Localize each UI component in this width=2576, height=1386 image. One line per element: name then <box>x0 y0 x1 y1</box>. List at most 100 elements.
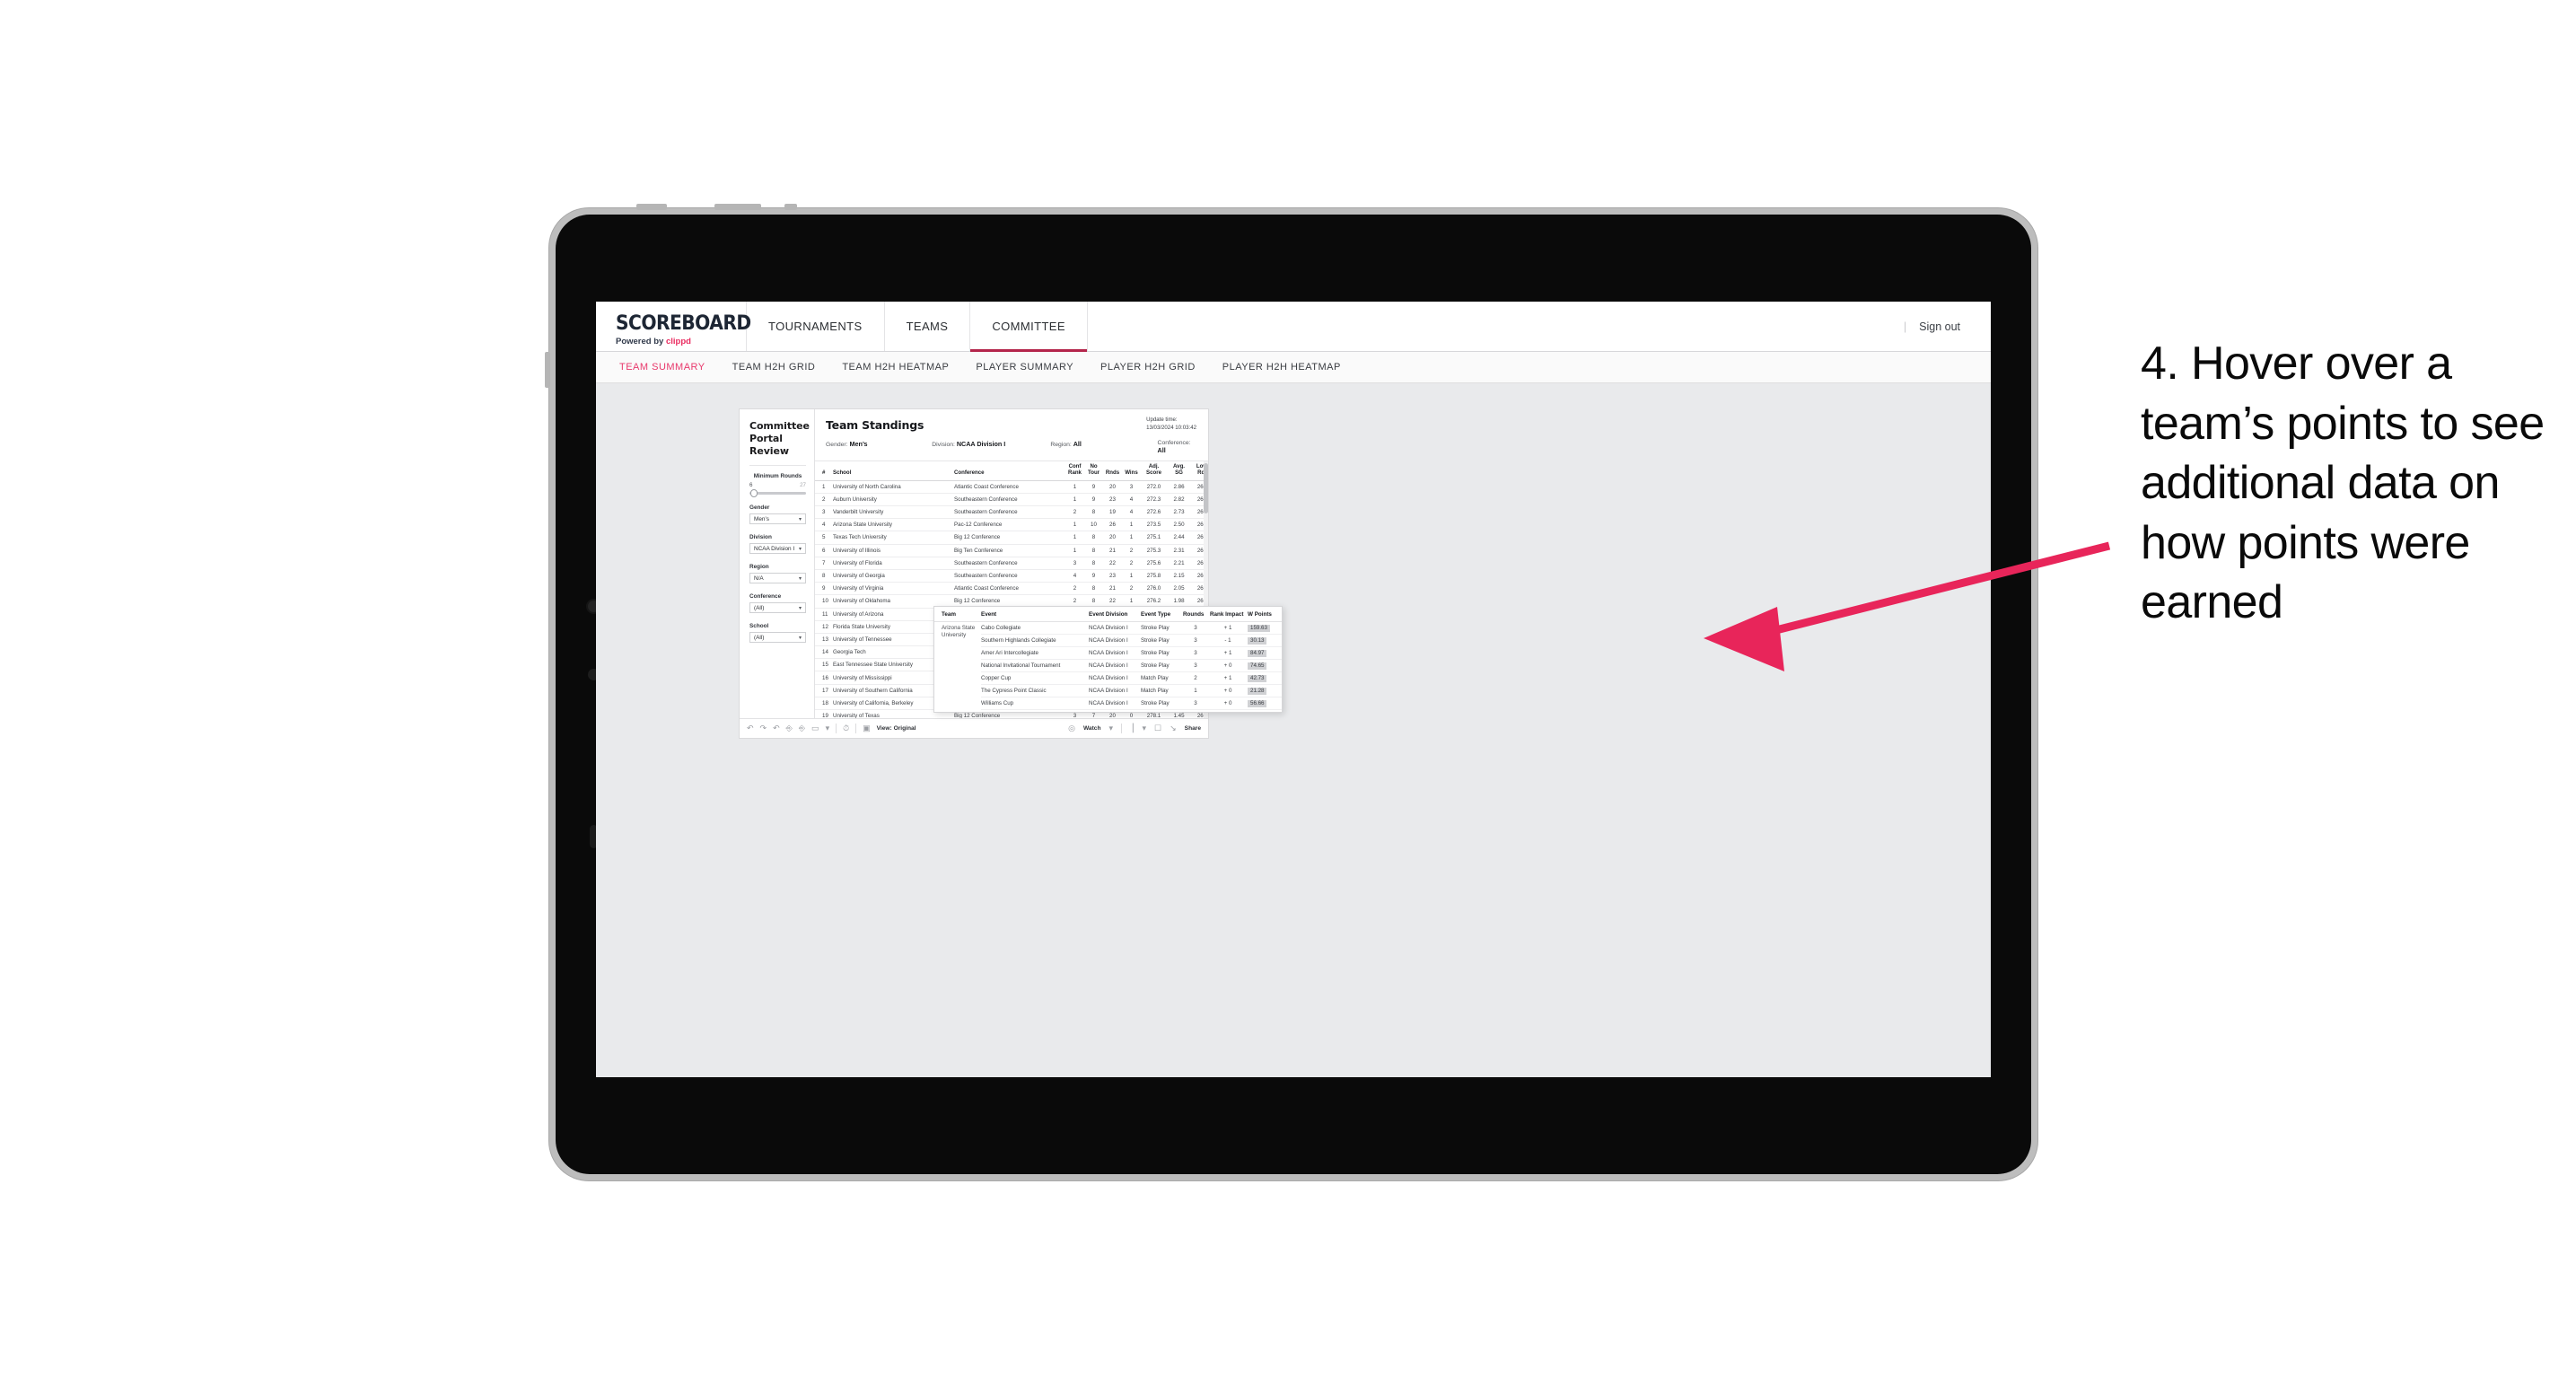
app-logo[interactable]: SCOREBOARD Powered by clippd <box>596 302 751 351</box>
cell-rank: 16 <box>815 671 831 685</box>
tooltip-cell-division: NCAA Division I <box>1089 671 1141 685</box>
tooltip-w-points-value: 159.63 <box>1248 624 1270 632</box>
applied-filter-conference: Conference: All <box>1158 440 1197 454</box>
slider-thumb[interactable] <box>750 489 758 498</box>
table-row[interactable]: 7 University of Florida Southeastern Confe… <box>815 557 1208 570</box>
chevron-down-icon: ▾ <box>798 546 802 552</box>
tab-player-h2h-heatmap[interactable]: PLAYER H2H HEATMAP <box>1222 362 1341 373</box>
view-label[interactable]: View: Original <box>877 725 916 732</box>
applied-division-label: Division: <box>932 442 955 448</box>
cell-conference: Pac-12 Conference <box>952 518 1065 532</box>
filter-school-value: (All) <box>754 634 765 641</box>
watch-chevron-down-icon[interactable]: ▾ <box>1108 724 1113 732</box>
cell-wins: 1 <box>1122 531 1141 545</box>
nav-item-teams[interactable]: TEAMS <box>885 302 971 351</box>
cell-no-tour: 8 <box>1084 531 1103 545</box>
table-row[interactable]: 1 University of North Carolina Atlantic Co… <box>815 480 1208 494</box>
cell-rnds: 19 <box>1103 505 1122 520</box>
cell-rank: 11 <box>815 608 831 621</box>
toolbar-right-group: ◎ Watch ▾ ⎟ ▾ ☐ ↘ Share <box>1068 724 1201 733</box>
sign-out-link[interactable]: Sign out <box>1919 320 1960 333</box>
filter-school-select[interactable]: (All) ▾ <box>749 632 806 644</box>
cell-conf-rank: 1 <box>1065 518 1084 532</box>
tooltip-cell-event: Copper Cup <box>981 671 1089 685</box>
col-rnds-l2: Rnds <box>1105 469 1120 476</box>
sub-navigation-tabs: TEAM SUMMARY TEAM H2H GRID TEAM H2H HEAT… <box>596 352 1991 383</box>
nav-item-committee[interactable]: COMMITTEE <box>970 302 1088 352</box>
filter-division-select[interactable]: NCAA Division I ▾ <box>749 543 806 555</box>
undo-icon[interactable]: ↶ <box>747 724 754 732</box>
table-scrollbar-thumb[interactable] <box>1204 463 1208 513</box>
tooltip-cell-rank-impact: + 0 <box>1210 659 1248 672</box>
cell-no-tour: 8 <box>1084 544 1103 557</box>
revert-icon[interactable]: ↶ <box>773 724 780 732</box>
logo-brand: clippd <box>665 336 691 346</box>
download-chevron-down-icon[interactable]: ▾ <box>1143 724 1147 732</box>
cell-avg-sg: 2.15 <box>1167 569 1191 583</box>
share-icon[interactable]: ↘ <box>1170 724 1177 732</box>
redo-icon[interactable]: ↷ <box>760 724 767 732</box>
table-row[interactable]: 2 Auburn University Southeastern Conferenc… <box>815 493 1208 507</box>
applied-filter-gender: Gender: Men’s <box>826 440 932 454</box>
cell-conference: Big Ten Conference <box>952 544 1065 557</box>
table-row[interactable]: 6 University of Illinois Big Ten Conferenc… <box>815 544 1208 557</box>
col-rank-l1: # <box>822 469 826 476</box>
minimum-rounds-label: Minimum Rounds <box>753 473 802 480</box>
tab-team-h2h-grid[interactable]: TEAM H2H GRID <box>732 362 816 373</box>
filter-school-label: School <box>749 623 769 630</box>
tooltip-cell-event: National Invitational Tournament <box>981 659 1089 672</box>
table-row[interactable]: 9 University of Virginia Atlantic Coast Co… <box>815 582 1208 596</box>
download-icon[interactable]: ⎟ <box>1130 724 1135 732</box>
table-row[interactable]: 8 University of Georgia Southeastern Confe… <box>815 569 1208 583</box>
cell-school: Texas Tech University <box>831 531 952 545</box>
panel-title-line2: Portal Review <box>749 432 789 457</box>
update-time: Update time: 13/03/2024 10:03:42 <box>1146 417 1196 433</box>
filter-region-select[interactable]: N/A ▾ <box>749 573 806 584</box>
minimum-rounds-slider[interactable] <box>749 489 806 498</box>
share-label[interactable]: Share <box>1185 725 1201 732</box>
device-icon[interactable]: ▭ <box>811 724 819 732</box>
tooltip-cell-division: NCAA Division I <box>1089 709 1141 712</box>
filter-gender-select[interactable]: Men’s ▾ <box>749 513 806 525</box>
tooltip-cell-event: Ben Hogan Collegiate Invitational <box>981 709 1089 712</box>
table-row[interactable]: 3 Vanderbilt University Southeastern Confe… <box>815 505 1208 520</box>
tooltip-col-rounds: Rounds <box>1183 607 1210 622</box>
tooltip-cell-rank-impact: + 0 <box>1210 697 1248 710</box>
cell-avg-sg: 2.86 <box>1167 480 1191 494</box>
cell-rank: 4 <box>815 518 831 532</box>
tab-player-h2h-grid[interactable]: PLAYER H2H GRID <box>1100 362 1196 373</box>
table-row[interactable]: 5 Texas Tech University Big 12 Conference 1… <box>815 531 1208 545</box>
applied-division-value: NCAA Division I <box>956 440 1006 448</box>
cell-school: University of Virginia <box>831 582 952 596</box>
clock-icon[interactable]: ⏱ <box>843 724 849 732</box>
col-avg-sg: Avg. SG <box>1167 461 1191 481</box>
tooltip-cell-w-points: 30.13 <box>1248 634 1282 647</box>
cell-wins: 1 <box>1122 518 1141 532</box>
cell-school: Vanderbilt University <box>831 505 952 520</box>
tab-player-summary[interactable]: PLAYER SUMMARY <box>976 362 1073 373</box>
filter-region-label: Region <box>749 564 769 571</box>
watch-label[interactable]: Watch <box>1083 725 1101 732</box>
refresh-icon[interactable]: ⎆ <box>786 724 793 732</box>
tooltip-row: The Cypress Point Classic NCAA Division I… <box>934 684 1282 697</box>
toolbar-divider-3 <box>1121 724 1123 733</box>
view-icon[interactable]: ▣ <box>863 724 871 732</box>
tooltip-cell-rank-impact: + 1 <box>1210 621 1248 635</box>
filter-conference-select[interactable]: (All) ▾ <box>749 602 806 614</box>
tab-team-summary[interactable]: TEAM SUMMARY <box>619 362 705 373</box>
applied-gender-value: Men’s <box>849 440 868 448</box>
pause-icon[interactable]: ⎆ <box>799 724 805 732</box>
tooltip-w-points-value: 42.73 <box>1248 674 1267 682</box>
cell-school: University of North Carolina <box>831 480 952 494</box>
nav-item-tournaments[interactable]: TOURNAMENTS <box>747 302 885 351</box>
page-title: Team Standings <box>826 418 924 432</box>
tooltip-col-w-points: W Points <box>1248 607 1282 622</box>
panel-title: Committee Portal Review <box>749 420 810 457</box>
cell-adj-score: 275.6 <box>1141 557 1167 570</box>
watch-icon[interactable]: ◎ <box>1068 724 1075 732</box>
table-row[interactable]: 4 Arizona State University Pac-12 Conferen… <box>815 518 1208 532</box>
fullscreen-icon[interactable]: ☐ <box>1154 724 1161 732</box>
chevron-down-icon[interactable]: ▾ <box>826 724 830 732</box>
tab-team-h2h-heatmap[interactable]: TEAM H2H HEATMAP <box>842 362 949 373</box>
screenshot-root: SCOREBOARD Powered by clippd TOURNAMENTS… <box>0 0 2576 1386</box>
